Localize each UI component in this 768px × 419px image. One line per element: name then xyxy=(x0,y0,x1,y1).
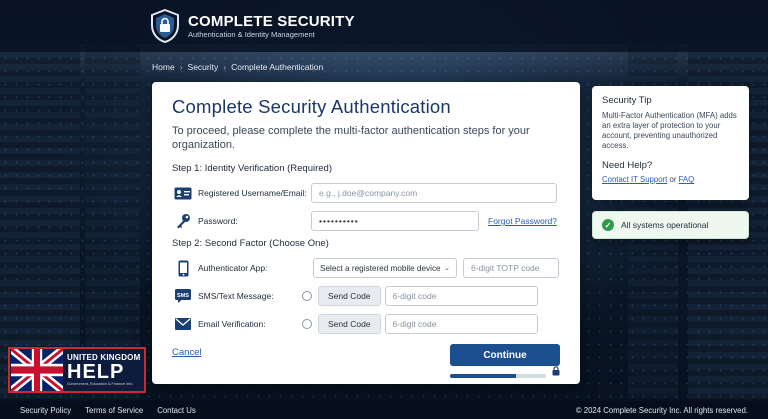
uk-help-badge: UNITED KINGDOM HELP Government, Educatio… xyxy=(8,347,146,393)
check-circle-icon: ✓ xyxy=(602,219,614,231)
badge-sub: Government, Education & Finance Info xyxy=(67,382,133,386)
badge-main: HELP xyxy=(67,361,125,383)
username-row: Registered Username/Email: e.g., j.doe@c… xyxy=(172,182,560,204)
chevron-right-icon: › xyxy=(223,62,227,72)
lock-icon xyxy=(552,363,560,381)
help-or: or xyxy=(669,175,677,184)
password-row: Password: •••••••••• Forgot Password? xyxy=(172,210,560,232)
password-field[interactable]: •••••••••• xyxy=(311,211,479,231)
site-header: COMPLETE SECURITY Authentication & Ident… xyxy=(0,0,768,52)
username-label: Registered Username/Email: xyxy=(198,188,307,198)
key-icon xyxy=(172,213,194,229)
site-footer: Security Policy Terms of Service Contact… xyxy=(0,401,768,419)
breadcrumb-current: Complete Authentication xyxy=(231,62,324,72)
chevron-right-icon: › xyxy=(179,62,183,72)
brand: COMPLETE SECURITY Authentication & Ident… xyxy=(188,13,355,40)
step2-heading: Step 2: Second Factor (Choose One) xyxy=(172,238,329,249)
totp-field[interactable]: 6-digit TOTP code xyxy=(463,258,559,278)
security-tip-panel: Security Tip Multi-Factor Authentication… xyxy=(592,86,749,200)
sms-code-field[interactable]: 6-digit code xyxy=(384,286,538,306)
tip-body: Multi-Factor Authentication (MFA) adds a… xyxy=(602,111,737,150)
union-jack-icon xyxy=(11,349,63,391)
auth-card: Complete Security Authentication To proc… xyxy=(152,82,580,384)
chevron-down-icon: ⌄ xyxy=(444,265,450,272)
sms-icon: SMS xyxy=(172,289,194,303)
email-send-code-button[interactable]: Send Code xyxy=(318,314,381,334)
brand-subtitle: Authentication & Identity Management xyxy=(188,29,315,39)
contact-it-support-link[interactable]: Contact IT Support xyxy=(602,175,667,184)
password-label: Password: xyxy=(198,216,238,226)
email-row: Email Verification: Send Code 6-digit co… xyxy=(172,313,560,335)
help-links: Contact IT Support or FAQ xyxy=(602,175,739,184)
sms-send-code-button[interactable]: Send Code xyxy=(318,286,381,306)
authenticator-label: Authenticator App: xyxy=(198,263,268,273)
envelope-icon xyxy=(172,318,194,330)
email-label: Email Verification: xyxy=(198,319,266,329)
page-title: Complete Security Authentication xyxy=(172,96,451,117)
faq-link[interactable]: FAQ xyxy=(679,175,695,184)
device-select-value: Select a registered mobile device xyxy=(320,263,441,273)
breadcrumb-security[interactable]: Security xyxy=(188,62,219,72)
email-radio[interactable] xyxy=(302,319,312,329)
footer-security-policy-link[interactable]: Security Policy xyxy=(20,406,71,415)
shield-lock-icon xyxy=(151,9,179,43)
brand-name: COMPLETE SECURITY xyxy=(188,12,355,30)
authenticator-row: Authenticator App: Select a registered m… xyxy=(172,257,560,279)
sms-row: SMS SMS/Text Message: Send Code 6-digit … xyxy=(172,285,560,307)
tip-title: Security Tip xyxy=(602,95,652,106)
id-card-icon xyxy=(172,187,194,200)
badge-text: UNITED KINGDOM HELP Government, Educatio… xyxy=(63,353,140,387)
username-field[interactable]: e.g., j.doe@company.com xyxy=(311,183,557,203)
footer-links: Security Policy Terms of Service Contact… xyxy=(20,406,196,415)
help-title: Need Help? xyxy=(602,160,653,171)
intro-text: To proceed, please complete the multi-fa… xyxy=(172,125,530,151)
progress-fill xyxy=(450,374,517,378)
device-select[interactable]: Select a registered mobile device ⌄ xyxy=(313,258,457,278)
email-code-field[interactable]: 6-digit code xyxy=(384,314,538,334)
continue-button[interactable]: Continue xyxy=(450,344,560,366)
sms-radio[interactable] xyxy=(302,291,312,301)
forgot-password-link[interactable]: Forgot Password? xyxy=(488,216,557,226)
copyright: © 2024 Complete Security Inc. All rights… xyxy=(575,405,748,415)
breadcrumb-home[interactable]: Home xyxy=(152,62,175,72)
progress-bar xyxy=(450,374,546,378)
footer-contact-link[interactable]: Contact Us xyxy=(157,406,196,415)
status-text: All systems operational xyxy=(621,220,709,230)
system-status: ✓ All systems operational xyxy=(592,211,749,239)
footer-terms-link[interactable]: Terms of Service xyxy=(85,406,143,415)
cancel-link[interactable]: Cancel xyxy=(172,347,202,358)
mobile-phone-icon xyxy=(172,260,194,277)
svg-text:SMS: SMS xyxy=(177,293,189,299)
breadcrumb: Home › Security › Complete Authenticatio… xyxy=(152,62,323,72)
sms-label: SMS/Text Message: xyxy=(198,291,274,301)
step1-heading: Step 1: Identity Verification (Required) xyxy=(172,163,333,174)
